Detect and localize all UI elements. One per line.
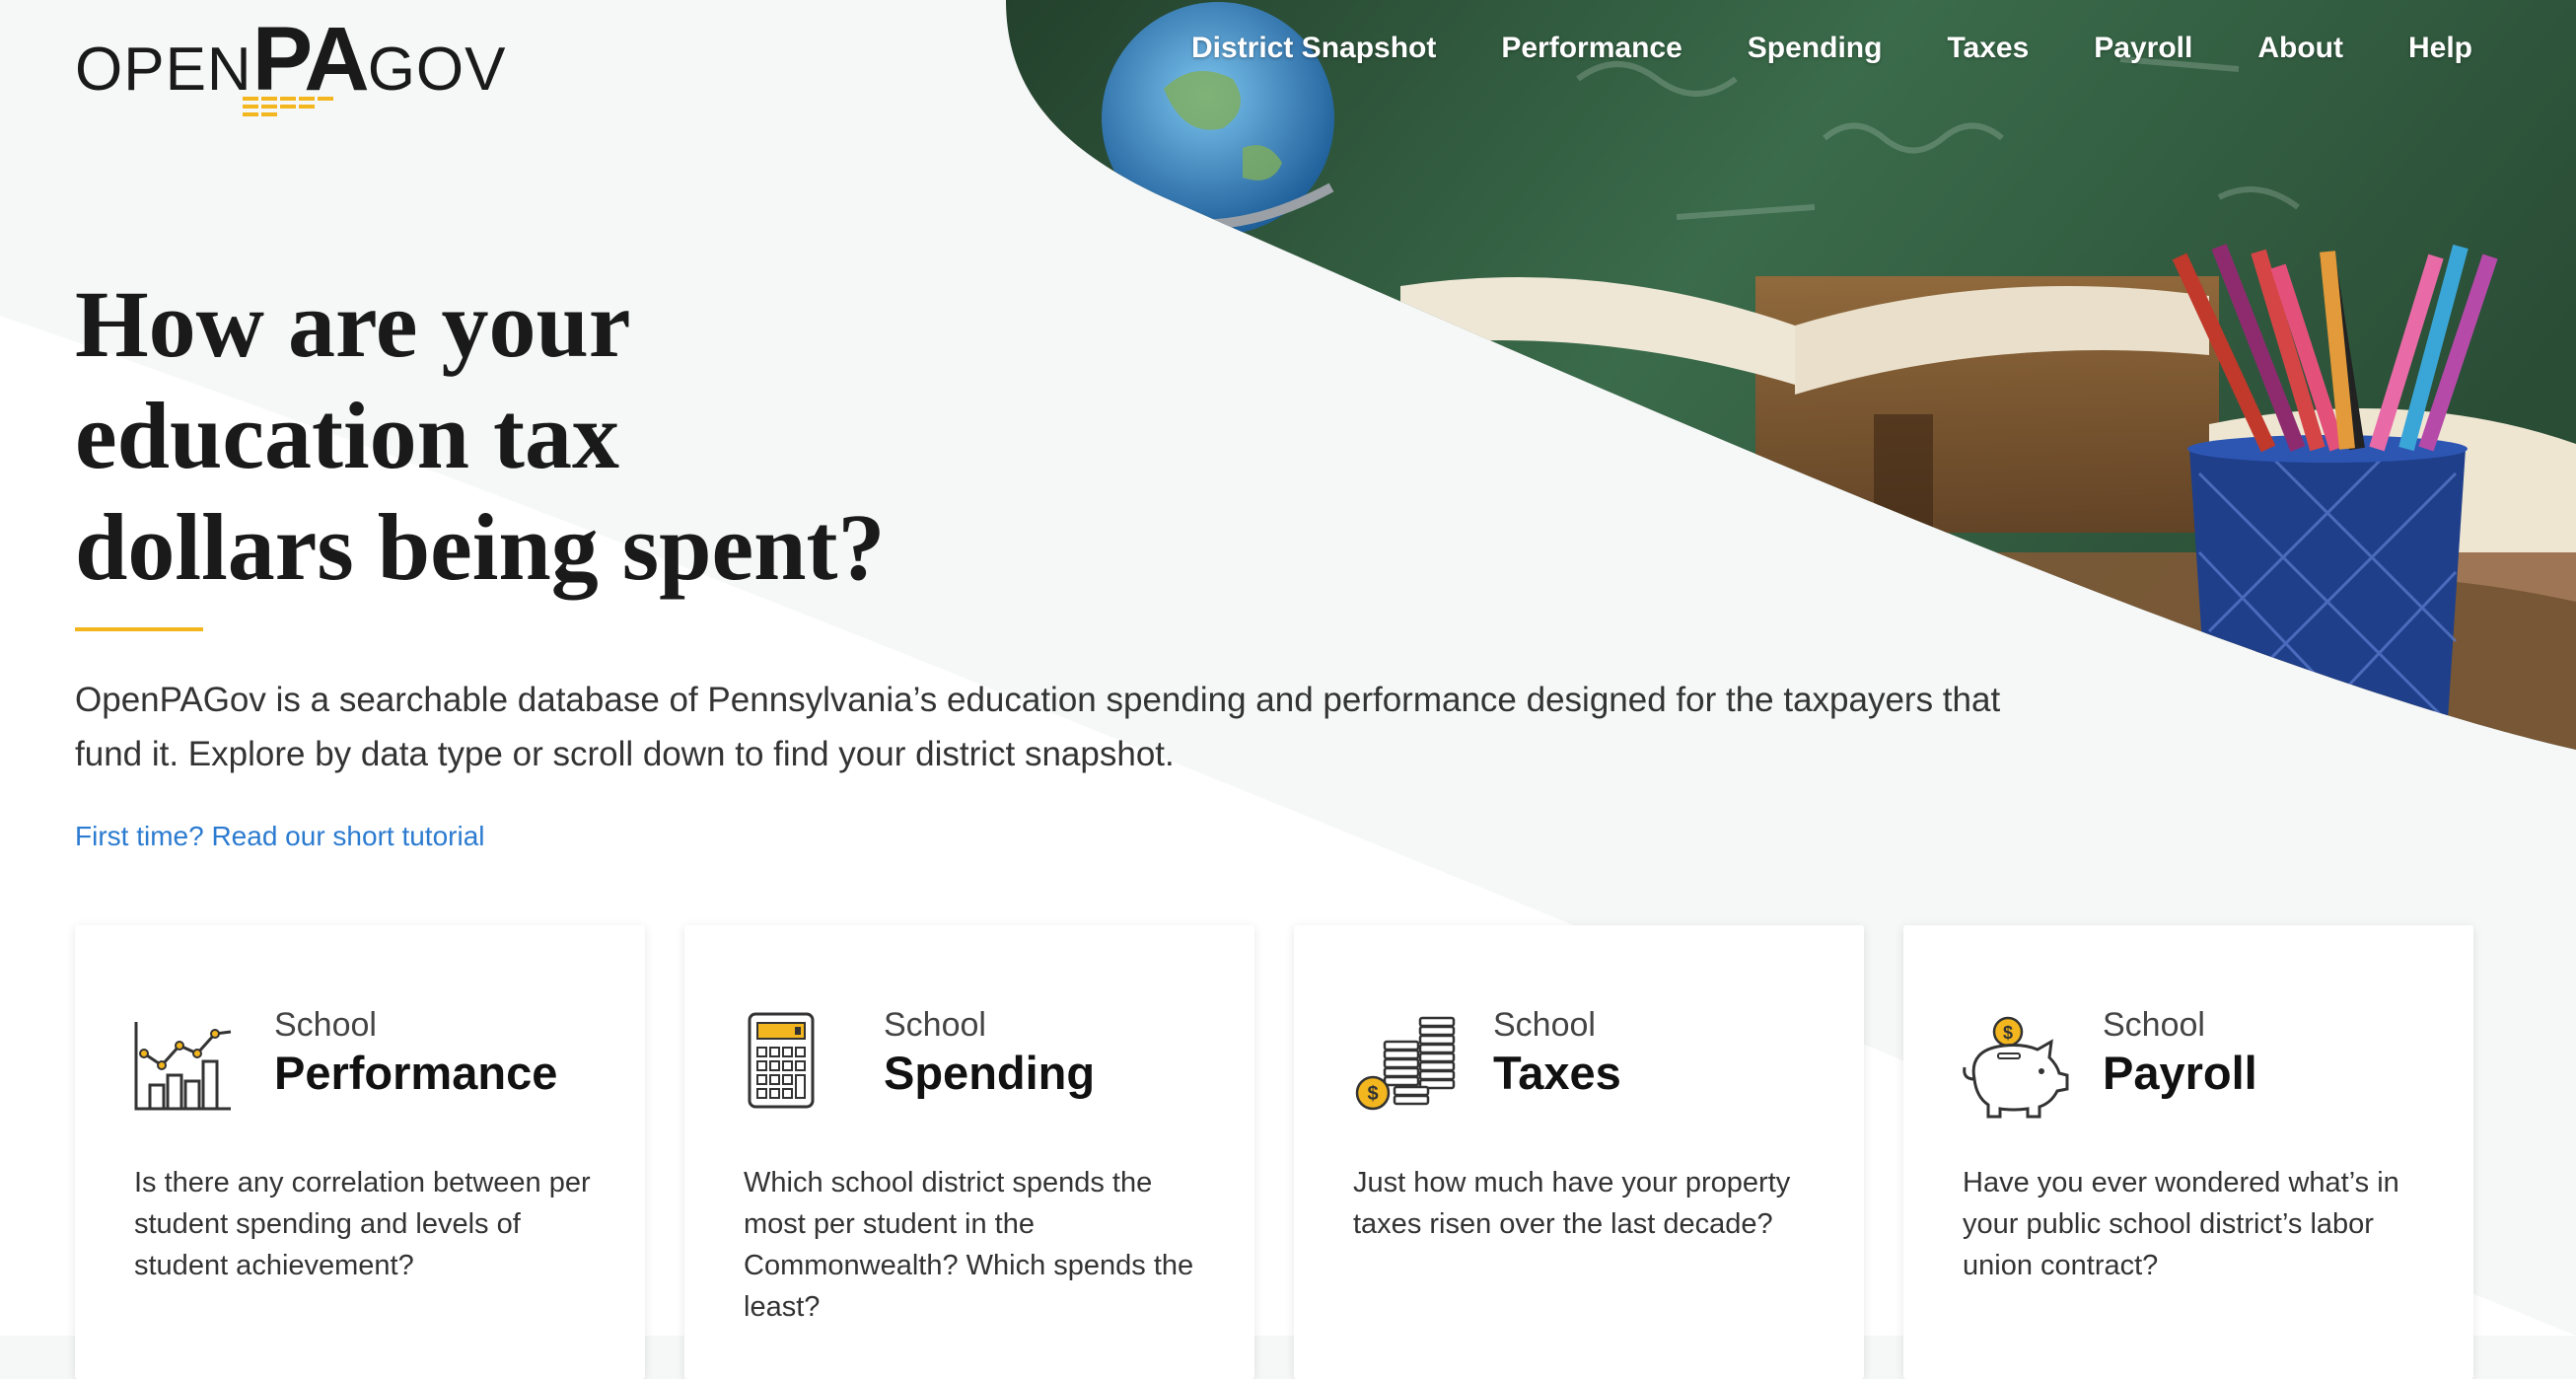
site-logo[interactable]: OPENPAGOV [75,14,507,116]
card-title: Spending [884,1047,1096,1099]
hero-headline: How are your education tax dollars being… [75,268,963,603]
headline-line-1: How are your [75,271,631,377]
piggy-bank-icon: $ [1963,1016,2069,1119]
nav-taxes[interactable]: Taxes [1947,32,2029,65]
card-description: Just how much have your property taxes r… [1353,1167,1791,1240]
headline-line-2: education tax [75,383,619,488]
card-kicker: School [1493,1006,1596,1044]
card-kicker: School [2103,1006,2205,1044]
category-cards: School Performance Is there any correlat… [75,925,2473,1379]
card-title: Performance [274,1047,558,1099]
nav-spending[interactable]: Spending [1748,32,1883,65]
nav-about[interactable]: About [2257,32,2343,65]
nav-performance[interactable]: Performance [1501,32,1682,65]
svg-text:$: $ [2003,1023,2013,1043]
card-school-spending[interactable]: School Spending Which school district sp… [684,925,1254,1379]
card-school-payroll[interactable]: $ School Payroll Have you ever wondered … [1903,925,2473,1379]
card-school-taxes[interactable]: $ School Taxes Just how much have your p… [1294,925,1864,1379]
tutorial-link[interactable]: First time? Read our short tutorial [75,821,485,852]
nav-district-snapshot[interactable]: District Snapshot [1191,32,1436,65]
svg-text:$: $ [1367,1083,1378,1105]
coins-icon: $ [1355,1016,1456,1111]
logo-open: OPEN [75,36,252,104]
card-title: Payroll [2103,1047,2257,1099]
card-title: Taxes [1493,1047,1621,1099]
main-nav: District Snapshot Performance Spending T… [1126,32,2472,65]
nav-payroll[interactable]: Payroll [2094,32,2192,65]
calculator-icon [748,1012,815,1109]
logo-pa: PA [251,9,370,109]
card-school-performance[interactable]: School Performance Is there any correlat… [75,925,645,1379]
card-kicker: School [884,1006,986,1044]
logo-bar-mark-icon [243,97,333,116]
card-kicker: School [274,1006,377,1044]
headline-line-3: dollars being spent? [75,494,886,600]
accent-divider [75,627,203,631]
hero-intro: OpenPAGov is a searchable database of Pe… [75,681,2001,773]
card-description: Have you ever wondered what’s in your pu… [1963,1167,2399,1281]
card-description: Is there any correlation between per stu… [134,1167,591,1281]
chart-icon [134,1022,232,1111]
logo-gov: GOV [367,36,507,104]
nav-help[interactable]: Help [2408,32,2472,65]
card-description: Which school district spends the most pe… [744,1167,1194,1323]
